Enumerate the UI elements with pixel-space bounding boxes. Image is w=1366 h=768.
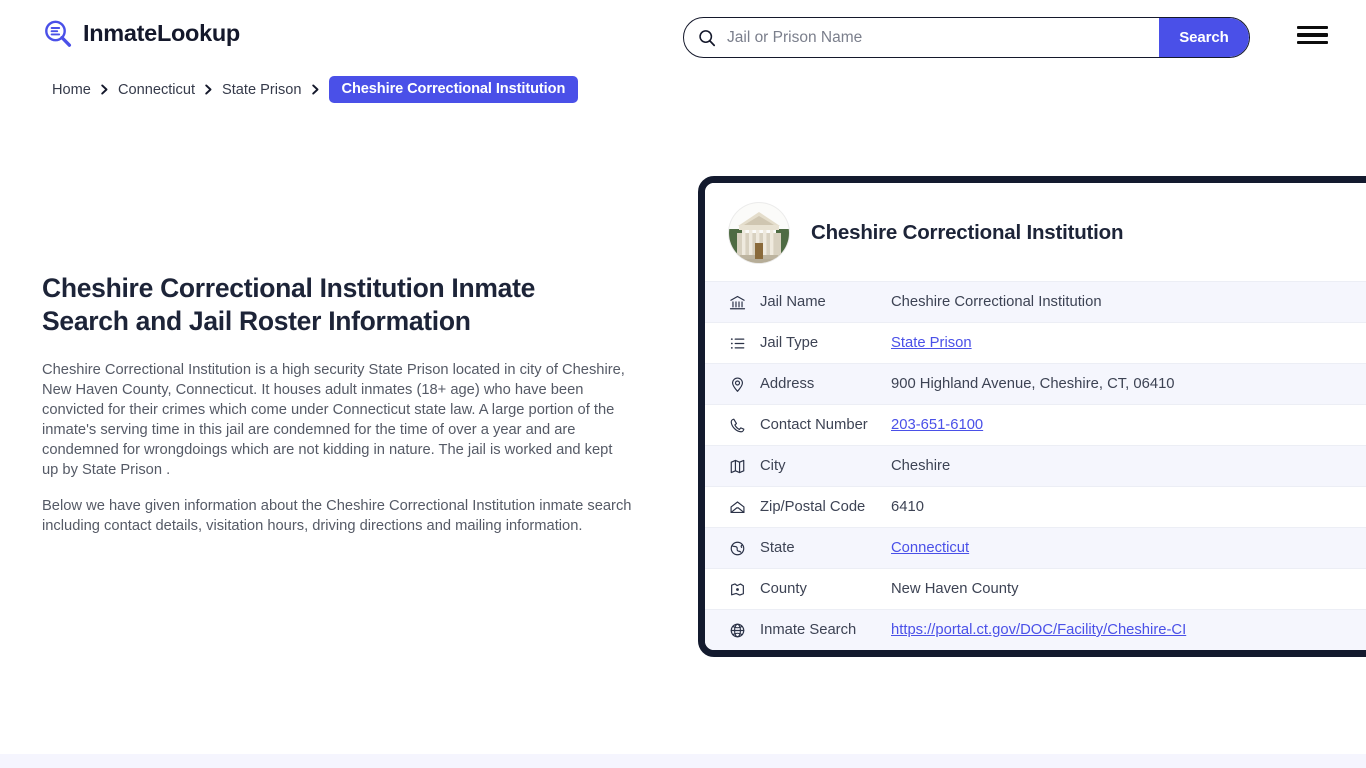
row-value: Cheshire Correctional Institution — [891, 294, 1102, 310]
row-label: Jail Type — [760, 335, 891, 351]
page-root: InmateLookup Search Home Connectic — [0, 0, 1366, 768]
site-header: InmateLookup Search — [0, 0, 1366, 74]
list-icon — [729, 335, 746, 352]
card-title: Cheshire Correctional Institution — [811, 221, 1123, 245]
row-value-link[interactable]: State Prison — [891, 335, 972, 351]
table-row: State Connecticut — [705, 527, 1366, 568]
globe-pin-icon — [729, 540, 746, 557]
row-value: 6410 — [891, 499, 924, 515]
envelope-icon — [729, 499, 746, 516]
row-label: Zip/Postal Code — [760, 499, 891, 515]
breadcrumb-item-current: Cheshire Correctional Institution — [329, 76, 579, 103]
breadcrumb-item-state-prison[interactable]: State Prison — [222, 82, 302, 98]
table-row: County New Haven County — [705, 568, 1366, 609]
bank-icon — [729, 294, 746, 311]
intro-paragraph-1: Cheshire Correctional Institution is a h… — [42, 360, 632, 480]
chevron-right-icon — [99, 84, 110, 95]
search-input[interactable] — [716, 18, 1159, 57]
row-value-link[interactable]: Connecticut — [891, 540, 969, 556]
row-label: Address — [760, 376, 891, 392]
row-value: Cheshire — [891, 458, 950, 474]
table-row: Contact Number 203-651-6100 — [705, 404, 1366, 445]
hamburger-bar — [1297, 41, 1328, 44]
page-title: Cheshire Correctional Institution Inmate… — [42, 272, 622, 338]
search-icon — [698, 29, 716, 47]
row-label: Jail Name — [760, 294, 891, 310]
row-value-link[interactable]: https://portal.ct.gov/DOC/Facility/Chesh… — [891, 622, 1186, 638]
search-bar[interactable]: Search — [683, 17, 1250, 58]
hamburger-bar — [1297, 26, 1328, 29]
row-label: Contact Number — [760, 417, 891, 433]
table-row: Jail Name Cheshire Correctional Institut… — [705, 281, 1366, 322]
hamburger-icon[interactable] — [1297, 24, 1328, 46]
brand-name: InmateLookup — [83, 22, 240, 46]
card-header: Cheshire Correctional Institution — [705, 183, 1366, 281]
bottom-band — [0, 754, 1366, 768]
chevron-right-icon — [310, 84, 321, 95]
table-row: Inmate Search https://portal.ct.gov/DOC/… — [705, 609, 1366, 650]
brand-logo-link[interactable]: InmateLookup — [42, 18, 240, 50]
table-row: City Cheshire — [705, 445, 1366, 486]
hamburger-bar — [1297, 33, 1328, 36]
row-label: County — [760, 581, 891, 597]
row-label: City — [760, 458, 891, 474]
row-label: State — [760, 540, 891, 556]
phone-icon — [729, 417, 746, 434]
map-icon — [729, 458, 746, 475]
breadcrumb: Home Connecticut State Prison Cheshire C… — [52, 76, 578, 103]
map-pin-icon — [729, 376, 746, 393]
intro-paragraph-2: Below we have given information about th… — [42, 496, 632, 536]
county-icon — [729, 581, 746, 598]
breadcrumb-item-connecticut[interactable]: Connecticut — [118, 82, 195, 98]
globe-icon — [729, 622, 746, 639]
row-label: Inmate Search — [760, 622, 891, 638]
table-row: Zip/Postal Code 6410 — [705, 486, 1366, 527]
table-row: Address 900 Highland Avenue, Cheshire, C… — [705, 363, 1366, 404]
row-value: 900 Highland Avenue, Cheshire, CT, 06410 — [891, 376, 1175, 392]
chevron-right-icon — [203, 84, 214, 95]
row-value: New Haven County — [891, 581, 1018, 597]
row-value-link[interactable]: 203-651-6100 — [891, 417, 983, 433]
breadcrumb-item-home[interactable]: Home — [52, 82, 91, 98]
facility-info-card: Cheshire Correctional Institution Jail N… — [698, 176, 1366, 657]
search-button[interactable]: Search — [1159, 18, 1249, 57]
table-row: Jail Type State Prison — [705, 322, 1366, 363]
main-content-column: Cheshire Correctional Institution Inmate… — [42, 272, 642, 536]
facility-building-photo — [729, 203, 789, 263]
magnifier-list-icon — [42, 18, 74, 50]
